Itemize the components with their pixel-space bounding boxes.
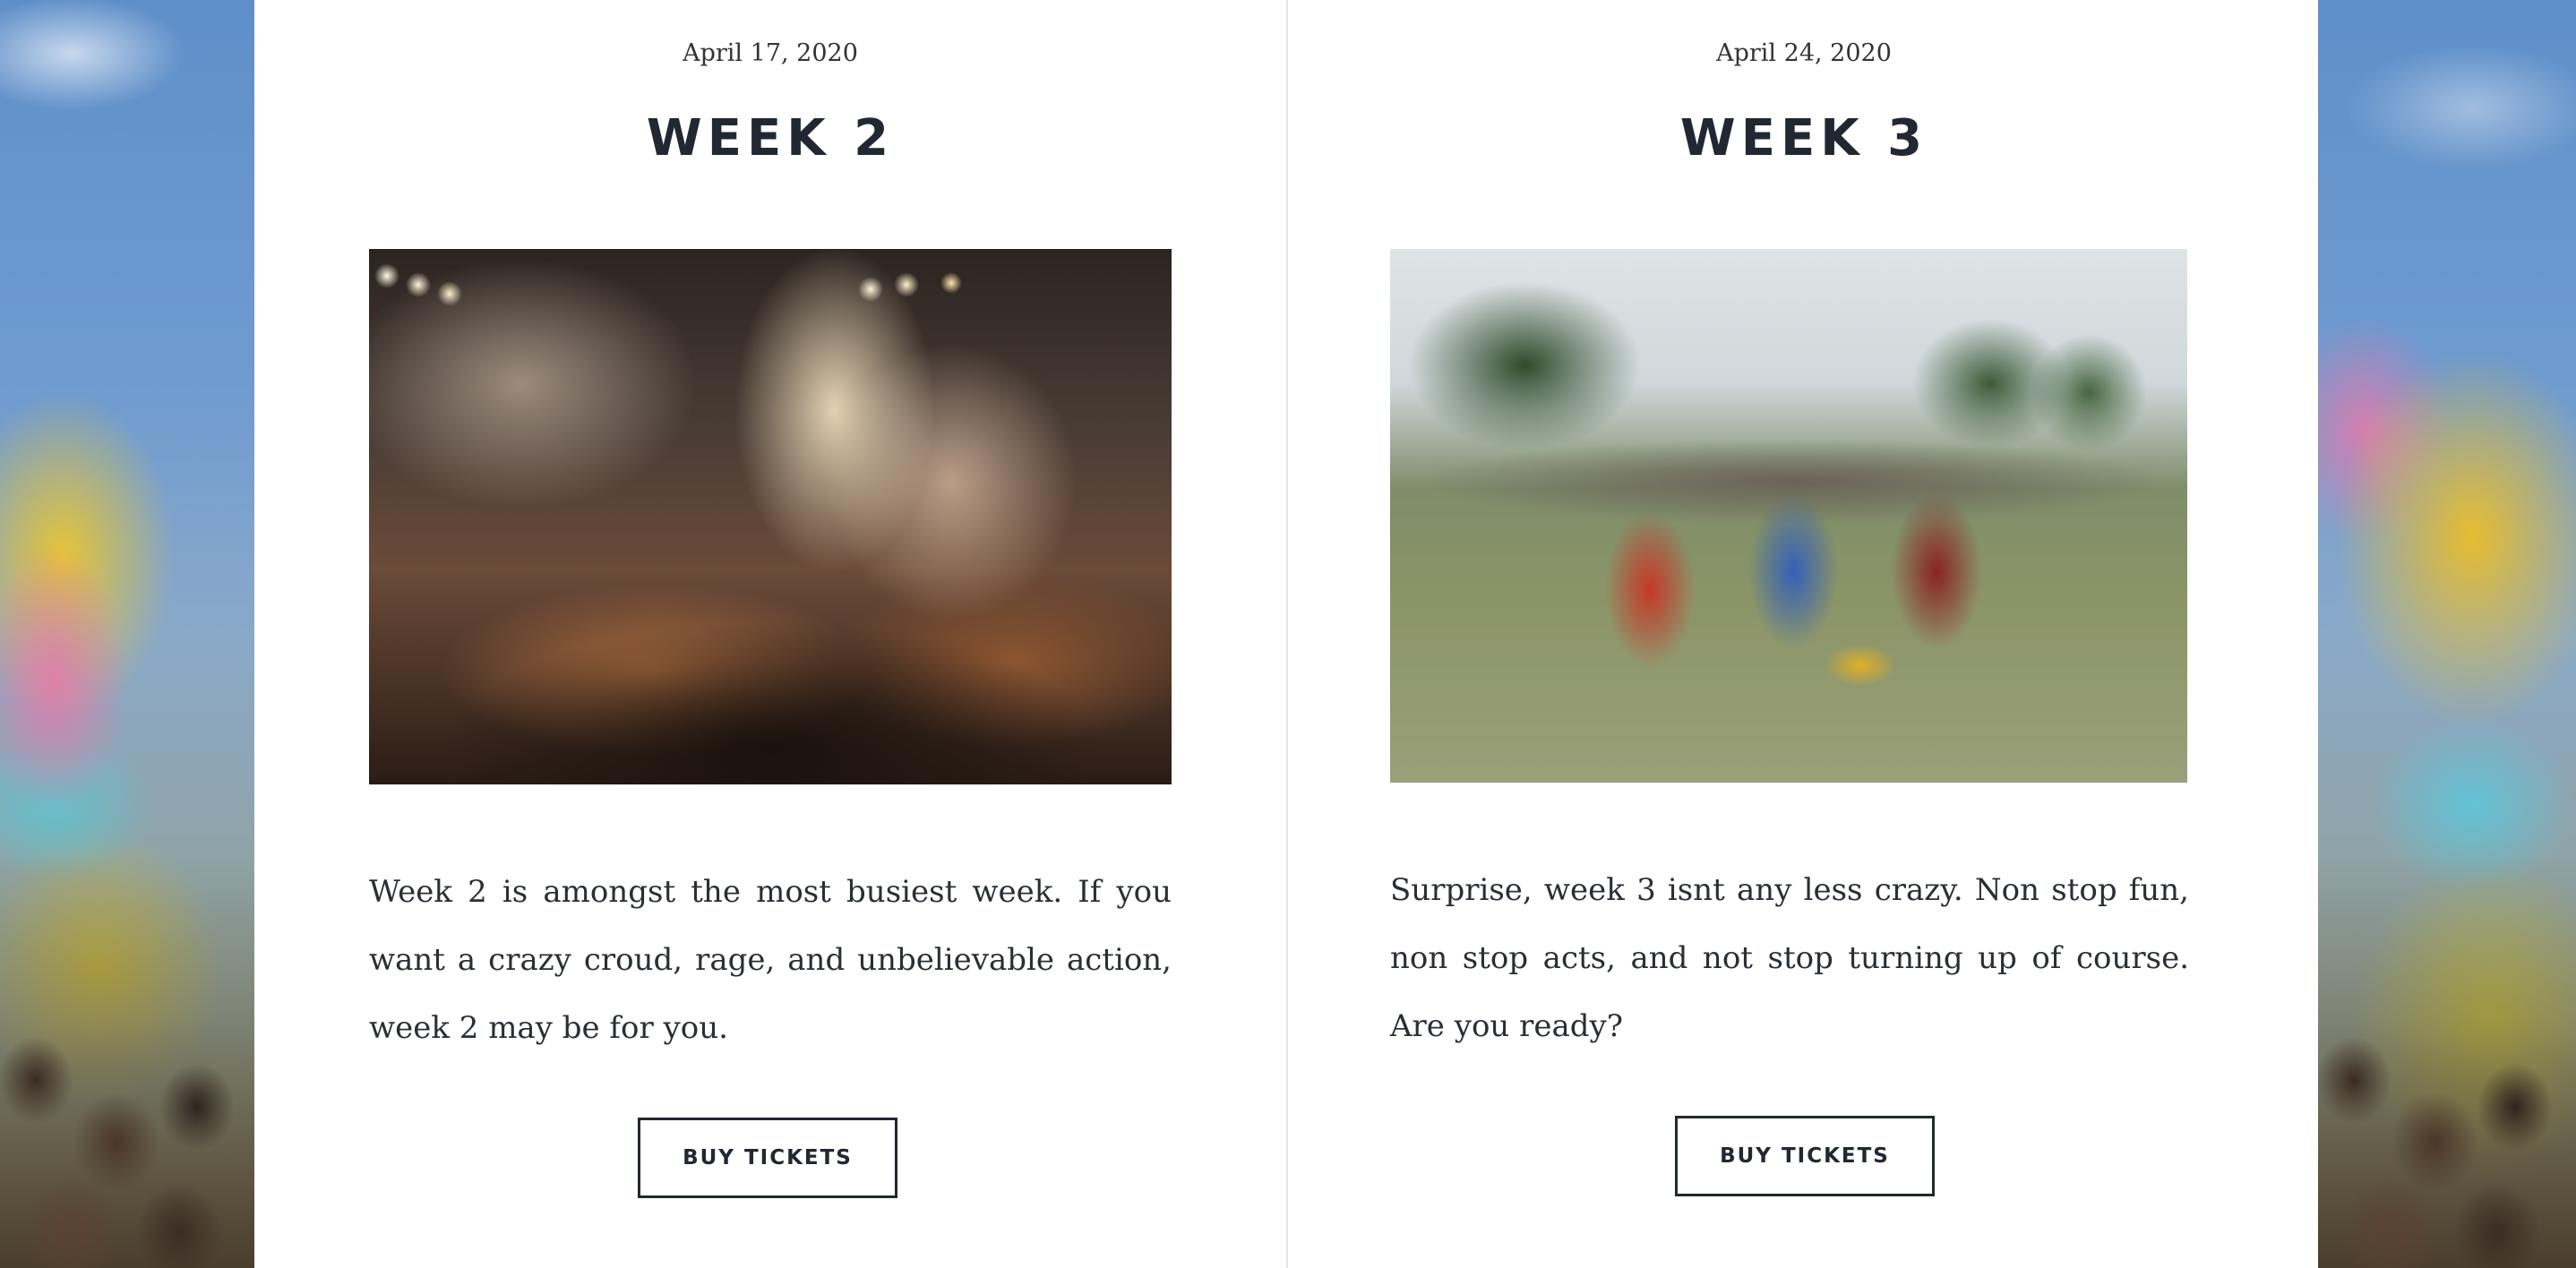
event-date: April 17, 2020 (683, 39, 858, 67)
event-title: WEEK 2 (646, 109, 895, 167)
background-crowd-left (0, 856, 254, 1268)
concert-photo (369, 249, 1172, 784)
background-crowd-right (2318, 856, 2576, 1268)
event-description: Surprise, week 3 isnt any less crazy. No… (1390, 872, 2189, 1044)
event-date: April 24, 2020 (1716, 39, 1892, 67)
event-title: WEEK 3 (1679, 109, 1928, 167)
festival-photo (1390, 249, 2187, 783)
events-panel: April 17, 2020 WEEK 2 Week 2 is amongst … (254, 0, 2318, 1268)
buy-tickets-button[interactable]: BUY TICKETS (638, 1118, 897, 1198)
event-card-week-3: April 24, 2020 WEEK 3 Surprise, week 3 i… (1288, 0, 2320, 1268)
event-description: Week 2 is amongst the most busiest week.… (369, 874, 1172, 1046)
event-card-week-2: April 17, 2020 WEEK 2 Week 2 is amongst … (254, 0, 1286, 1268)
buy-tickets-button[interactable]: BUY TICKETS (1675, 1116, 1935, 1196)
